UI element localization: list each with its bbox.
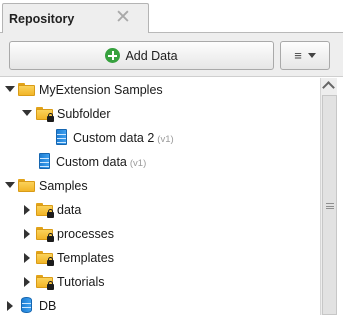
folder-icon	[18, 83, 35, 96]
toolbar: Add Data ≡	[0, 33, 343, 77]
tree-item-samples[interactable]: Samples	[0, 175, 320, 199]
lock-icon	[47, 209, 54, 218]
collapse-arrow-icon[interactable]	[7, 301, 13, 311]
repository-panel: Repository ✕ Add Data ≡ MyExtension Samp…	[0, 0, 343, 315]
tree-item-label: MyExtension Samples	[39, 83, 163, 97]
locked-folder-icon	[36, 203, 54, 218]
grip-icon	[326, 203, 334, 209]
expand-arrow-icon[interactable]	[5, 86, 15, 92]
folder-icon	[18, 179, 35, 192]
plus-circle-icon	[105, 48, 121, 63]
tree-item-label: Samples	[39, 179, 88, 193]
collapse-arrow-icon[interactable]	[24, 253, 30, 263]
caret-down-icon	[307, 53, 316, 58]
close-icon[interactable]: ✕	[114, 7, 132, 29]
tree-item-subfolder[interactable]: Subfolder	[0, 103, 320, 127]
tree-item-tutorials[interactable]: Tutorials	[0, 271, 320, 295]
tab-repository[interactable]: Repository ✕	[2, 3, 149, 34]
scrollbar-thumb[interactable]	[322, 95, 337, 315]
add-data-button[interactable]: Add Data	[9, 41, 274, 70]
lock-icon	[47, 233, 54, 242]
tree-item-db[interactable]: DB	[0, 295, 320, 315]
hamburger-icon: ≡	[294, 48, 302, 63]
tree-item-custom-data[interactable]: Custom data (v1)	[0, 151, 320, 175]
tab-title: Repository	[9, 12, 75, 26]
tree-item-data[interactable]: data	[0, 199, 320, 223]
tree-item-label: DB	[39, 299, 57, 313]
tree-item-label: Custom data	[56, 155, 127, 169]
options-menu-button[interactable]: ≡	[280, 41, 330, 70]
collapse-arrow-icon[interactable]	[24, 277, 30, 287]
tree-item-myextension-samples[interactable]: MyExtension Samples	[0, 79, 320, 103]
locked-folder-icon	[36, 275, 54, 290]
locked-folder-icon	[36, 251, 54, 266]
locked-folder-icon	[36, 107, 54, 122]
collapse-arrow-icon[interactable]	[24, 229, 30, 239]
data-file-icon	[56, 129, 67, 145]
lock-icon	[47, 281, 54, 290]
scroll-up-arrow-icon[interactable]	[321, 78, 337, 95]
tree-item-label: Custom data 2	[73, 131, 155, 145]
expand-arrow-icon[interactable]	[5, 182, 15, 188]
data-file-icon	[39, 153, 50, 169]
tree-item-label: Templates	[57, 251, 114, 265]
version-badge: (v1)	[129, 158, 147, 169]
database-icon	[21, 297, 32, 313]
tree-item-label: processes	[57, 227, 114, 241]
tree-item-label: data	[57, 203, 82, 217]
locked-folder-icon	[36, 227, 54, 242]
lock-icon	[47, 113, 54, 122]
expand-arrow-icon[interactable]	[22, 110, 32, 116]
version-badge: (v1)	[157, 134, 174, 145]
tree-item-processes[interactable]: processes	[0, 223, 320, 247]
tree-item-custom-data-2[interactable]: Custom data 2 (v1)	[0, 127, 320, 151]
tree-item-label: Tutorials	[57, 275, 105, 289]
add-data-label: Add Data	[125, 48, 178, 63]
repository-tree: MyExtension Samples Subfolder Custom dat…	[0, 78, 320, 315]
vertical-scrollbar[interactable]	[320, 78, 337, 315]
tree-item-label: Subfolder	[57, 107, 111, 121]
tab-strip: Repository ✕	[0, 0, 343, 34]
lock-icon	[47, 257, 54, 266]
tree-item-templates[interactable]: Templates	[0, 247, 320, 271]
collapse-arrow-icon[interactable]	[24, 205, 30, 215]
